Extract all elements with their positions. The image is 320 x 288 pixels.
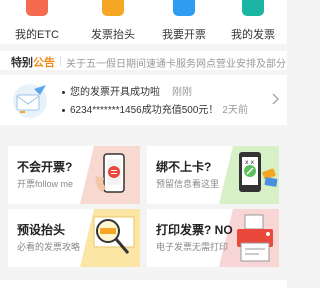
tile-title: 绑不上卡?	[156, 160, 212, 174]
etc-card-icon	[26, 0, 48, 16]
tile-subtitle: 预留信息看这里	[156, 179, 220, 189]
phone-invoice-icon	[80, 146, 140, 204]
tile-title: 预设抬头	[17, 223, 66, 237]
tile-print-invoice[interactable]: 打印发票? NO 电子发票无需打印	[147, 209, 279, 267]
invoice-header-icon	[102, 0, 124, 16]
announcement-tag: 特别公告	[11, 54, 55, 70]
nav-item-my-etc[interactable]: 我的ETC	[6, 0, 68, 44]
message-time: 刚刚	[172, 87, 192, 98]
issue-invoice-icon	[173, 0, 195, 16]
nav-label: 发票抬头	[91, 29, 135, 41]
tile-how-to-invoice[interactable]: 不会开票? 开票follow me	[8, 146, 140, 204]
bullet	[62, 90, 65, 94]
nav-label: 我要开票	[162, 29, 206, 41]
message-item: 6234*******1456成功充值500元！ 2天前	[62, 101, 248, 116]
tile-subtitle: 必看的发票攻略	[17, 242, 81, 252]
feature-tiles: 不会开票? 开票follow me 绑不上卡? 预留信息看这里 x x 预设抬头…	[0, 138, 287, 288]
tile-title: 打印发票? NO	[156, 223, 233, 237]
tile-subtitle: 电子发票无需打印	[156, 242, 229, 252]
nav-item-invoice-header[interactable]: 发票抬头	[82, 0, 144, 44]
printer-icon	[219, 209, 279, 267]
phone-card-icon: x x	[219, 146, 279, 204]
announcement-tag-part1: 特别	[11, 57, 33, 69]
tile-title: 不会开票?	[17, 160, 73, 174]
message-card[interactable]: 您的发票开具成功啦 刚刚 6234*******1456成功充值500元！ 2天前	[0, 75, 287, 125]
message-time: 2天前	[222, 105, 248, 116]
tile-subtitle: 开票follow me	[17, 179, 74, 189]
nav-label: 我的发票	[231, 29, 275, 41]
announcement-text[interactable]: 关于五一假日期间速通卡服务网点营业安排及部分业务暂停	[66, 55, 287, 70]
nav-item-issue-invoice[interactable]: 我要开票	[153, 0, 215, 44]
envelope-icon	[13, 84, 47, 118]
svg-text:x x: x x	[245, 159, 254, 166]
message-text: 6234*******1456成功充值500元！	[70, 105, 219, 116]
chevron-right-icon[interactable]	[271, 92, 280, 106]
bullet	[62, 108, 65, 112]
tile-card-binding-help[interactable]: 绑不上卡? 预留信息看这里 x x	[147, 146, 279, 204]
bottom-bar	[0, 280, 287, 288]
announcement-tag-part2: 公告	[33, 57, 55, 69]
my-invoice-icon	[242, 0, 264, 16]
announcement-bar[interactable]: 特别公告 关于五一假日期间速通卡服务网点营业安排及部分业务暂停	[0, 51, 287, 70]
magnifier-header-icon	[80, 209, 140, 267]
quick-nav: 我的ETC 发票抬头 我要开票 我的发票	[0, 0, 287, 44]
nav-label: 我的ETC	[15, 29, 59, 41]
tile-preset-header[interactable]: 预设抬头 必看的发票攻略	[8, 209, 140, 267]
message-text: 您的发票开具成功啦	[70, 87, 160, 98]
nav-item-my-invoice[interactable]: 我的发票	[222, 0, 284, 44]
divider	[60, 56, 61, 66]
message-item: 您的发票开具成功啦 刚刚	[62, 83, 192, 98]
